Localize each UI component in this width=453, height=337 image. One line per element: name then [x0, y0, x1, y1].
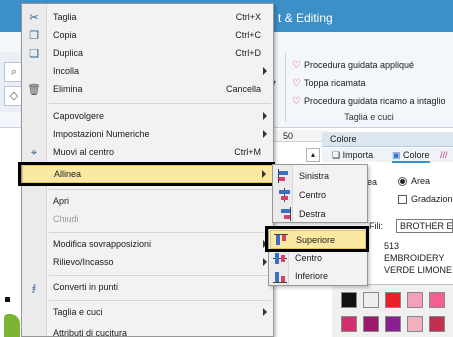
color-swatch[interactable]	[341, 292, 357, 308]
submenu-arrow-icon	[263, 308, 267, 316]
menu-separator	[49, 300, 271, 301]
align-left-icon	[277, 169, 291, 183]
menu-separator	[49, 103, 271, 104]
heart-icon: ♡	[292, 78, 301, 89]
menu-item-apri[interactable]: Apri	[22, 193, 273, 211]
menu-item-duplica[interactable]: ❑ Duplica Ctrl+D	[22, 45, 273, 63]
submenu-arrow-icon	[263, 130, 267, 138]
ribbon-applique-wizard[interactable]: ♡ Procedura guidata appliqué	[292, 60, 414, 74]
color-swatch[interactable]	[341, 316, 357, 332]
menu-separator	[49, 232, 271, 233]
import-icon: ❑	[332, 150, 343, 160]
chevron-up-icon[interactable]: ▴	[306, 148, 320, 162]
ruler-mark: 50	[283, 131, 294, 141]
menu-item-copia[interactable]: ❐ Copia Ctrl+C	[22, 27, 273, 45]
center-icon: ⌖	[30, 147, 38, 156]
menu-item-rilievo-incasso[interactable]: Rilievo/Incasso	[22, 254, 273, 272]
tab-importa[interactable]: ❑ Importa	[332, 150, 373, 161]
tab-colore[interactable]: ▣ Colore	[392, 150, 430, 163]
focus-outline	[18, 162, 275, 186]
menu-item-attributi-di-cucitura[interactable]: Attributi di cucitura	[22, 327, 273, 337]
color-swatch[interactable]	[363, 316, 379, 332]
menu-item-elimina[interactable]: 🗑 Elimina Cancella	[22, 81, 273, 99]
menu-item-modifica-sovrapposizioni[interactable]: Modifica sovrapposizioni	[22, 236, 273, 254]
menu-separator	[49, 275, 271, 276]
menu-item-converti-in-punti[interactable]: ⨎ Converti in punti	[22, 279, 273, 297]
copy-icon: ❐	[29, 30, 39, 42]
ribbon-cutwork-wizard[interactable]: ♡ Procedura guidata ricamo a intaglio	[292, 96, 453, 110]
duplicate-icon: ❑	[29, 48, 39, 60]
menu-item-impostazioni-numeriche[interactable]: Impostazioni Numeriche	[22, 126, 273, 144]
submenu-item-centro-h[interactable]: Centro	[274, 186, 368, 205]
trash-icon: 🗑	[27, 84, 41, 96]
submenu-item-destra[interactable]: Destra	[274, 205, 368, 224]
thread-name-line1: EMBROIDERY	[384, 253, 445, 263]
color-swatch[interactable]	[363, 292, 379, 308]
ribbon-embroidered-patch[interactable]: ♡ Toppa ricamata	[292, 78, 366, 92]
ribbon-group-label: Taglia e cuci	[344, 112, 394, 122]
align-center-v-icon	[273, 251, 287, 265]
window-title: t & Editing	[278, 11, 333, 25]
submenu-item-sinistra[interactable]: Sinistra	[274, 167, 368, 186]
submenu-arrow-icon	[263, 67, 267, 75]
design-shape[interactable]	[4, 314, 20, 337]
heart-icon: ♡	[292, 96, 301, 107]
menu-item-muovi-al-centro[interactable]: ⌖ Muovi al centro Ctrl+M	[22, 144, 273, 156]
menu-separator	[49, 189, 271, 190]
menu-item-taglia[interactable]: ✂ Taglia Ctrl+X	[22, 9, 273, 27]
align-bottom-icon	[273, 269, 287, 283]
submenu-arrow-icon	[263, 258, 267, 266]
scissors-icon: ✂	[29, 12, 39, 24]
handle-dot[interactable]	[5, 297, 10, 302]
color-swatch[interactable]	[385, 292, 401, 308]
palette-icon: ▣	[392, 150, 404, 160]
gradient-checkbox[interactable]: Gradazione	[398, 194, 453, 205]
color-swatch[interactable]	[429, 316, 445, 332]
submenu-item-inferiore[interactable]: Inferiore	[270, 267, 366, 286]
submenu-arrow-icon	[263, 112, 267, 120]
align-submenu: Sinistra Centro Destra	[272, 164, 368, 223]
radio-area[interactable]: Area	[398, 176, 430, 187]
color-swatch[interactable]	[429, 292, 445, 308]
menu-item-incolla[interactable]: Incolla	[22, 63, 273, 81]
thread-number: 513	[384, 241, 400, 251]
thread-brand-select[interactable]: BROTHER E	[396, 219, 453, 233]
stitch-icon: ⨎	[31, 283, 37, 293]
align-right-icon	[277, 207, 291, 221]
color-panel-title: Colore	[330, 134, 357, 144]
color-swatch[interactable]	[385, 316, 401, 332]
menu-item-taglia-e-cuci[interactable]: Taglia e cuci	[22, 304, 273, 322]
thread-name-line2: VERDE LIMONE	[384, 265, 453, 275]
focus-outline	[265, 226, 369, 252]
color-swatch[interactable]	[407, 316, 423, 332]
align-center-h-icon	[277, 188, 291, 202]
menu-item-chiudi: Chiudi	[53, 214, 79, 224]
thread-label: Fili:	[369, 221, 383, 231]
menu-item-capovolgere[interactable]: Capovolgere	[22, 108, 273, 126]
color-swatch[interactable]	[407, 292, 423, 308]
heart-icon: ♡	[292, 60, 301, 71]
area-label: ea	[367, 177, 378, 187]
stripes-icon[interactable]: ///	[440, 150, 448, 160]
